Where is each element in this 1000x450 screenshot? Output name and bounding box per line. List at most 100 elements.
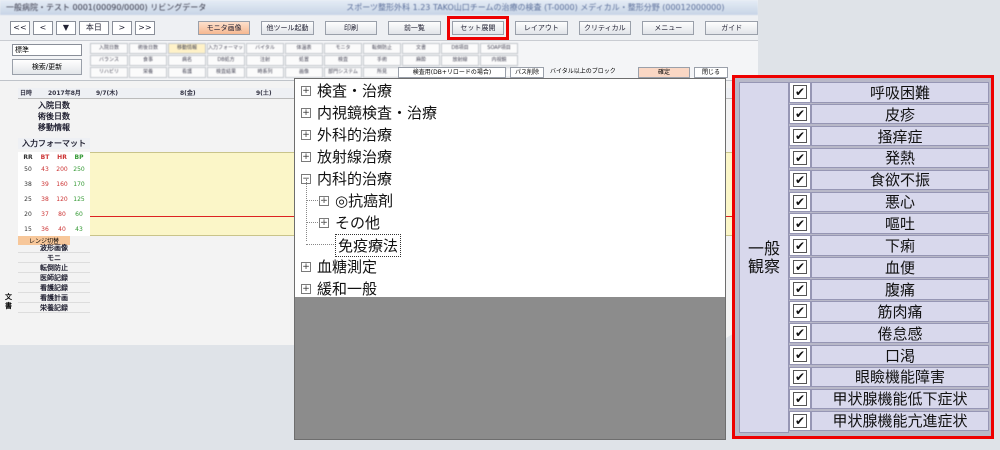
option-item[interactable]: 注射	[246, 55, 284, 66]
observation-row[interactable]: ✔ 倦怠感	[789, 322, 989, 344]
dropdown-button[interactable]: ▼	[56, 20, 76, 35]
option-item[interactable]: 看護	[168, 67, 206, 78]
option-item[interactable]: 部門システム	[324, 67, 362, 78]
observation-row[interactable]: ✔ 呼吸困難	[789, 82, 989, 103]
set-expand-button[interactable]: セット展開	[446, 15, 510, 40]
path-delete-button[interactable]: パス削除	[510, 67, 544, 78]
observation-row[interactable]: ✔ 甲状腺機能亢進症状	[789, 410, 989, 432]
checkbox[interactable]: ✔	[793, 391, 807, 406]
sidebar-row[interactable]: 看護計画	[18, 293, 90, 303]
option-item[interactable]: モニタ	[324, 43, 362, 54]
expand-icon[interactable]: +	[301, 129, 311, 140]
sidebar-row[interactable]: 転倒防止	[18, 263, 90, 273]
today-button[interactable]: 本日	[79, 20, 109, 35]
tree-node[interactable]: + 検査・治療	[301, 80, 392, 101]
checkbox[interactable]: ✔	[793, 172, 807, 187]
tree-node[interactable]: + 放射線治療	[301, 146, 392, 167]
checkbox[interactable]: ✔	[793, 260, 807, 275]
option-item[interactable]: 移動情報	[168, 43, 206, 54]
observation-row[interactable]: ✔ 掻痒症	[789, 125, 989, 147]
option-item[interactable]: バランス	[90, 55, 128, 66]
monitor-image-button[interactable]: モニタ画像	[197, 20, 251, 35]
tree-node[interactable]: + 内視鏡検査・治療	[301, 102, 437, 123]
option-item[interactable]: 体温表	[285, 43, 323, 54]
sidebar-row[interactable]: 看護記録	[18, 283, 90, 293]
option-item[interactable]: 文書	[402, 43, 440, 54]
checkbox[interactable]: ✔	[793, 348, 807, 363]
day-col-1[interactable]: 9/7(木)	[96, 88, 118, 99]
row-input-format[interactable]: 入力フォーマット	[18, 138, 90, 149]
observation-row[interactable]: ✔ 口渇	[789, 344, 989, 366]
print-button[interactable]: 印刷	[324, 20, 378, 35]
option-item[interactable]: DB項目	[441, 43, 479, 54]
option-item[interactable]: 手術	[363, 55, 401, 66]
prev-button[interactable]: <	[33, 20, 53, 35]
observation-row[interactable]: ✔ 筋肉痛	[789, 301, 989, 322]
option-item[interactable]: 麻酔	[402, 55, 440, 66]
expand-icon[interactable]: +	[301, 261, 311, 272]
other-tool-button[interactable]: 他ツール起動	[261, 20, 314, 35]
day-col-3[interactable]: 9(土)	[256, 88, 272, 99]
sidebar-row[interactable]: 栄養記録	[18, 303, 90, 313]
checkbox[interactable]: ✔	[793, 369, 807, 384]
observation-row[interactable]: ✔ 血便	[789, 257, 989, 278]
option-item[interactable]: 病名	[168, 55, 206, 66]
observation-row[interactable]: ✔ 眼瞼機能障害	[789, 366, 989, 388]
option-item[interactable]: 内視鏡	[480, 55, 518, 66]
day-col-2[interactable]: 8(金)	[180, 88, 196, 99]
view-select[interactable]: 標準	[12, 44, 82, 56]
option-item[interactable]: 栄養	[129, 67, 167, 78]
expand-icon[interactable]: +	[301, 85, 311, 96]
observation-row[interactable]: ✔ 食欲不振	[789, 169, 989, 191]
search-update-button[interactable]: 検索/更新	[12, 59, 82, 75]
checkbox[interactable]: ✔	[793, 194, 807, 209]
checkbox[interactable]: ✔	[793, 216, 807, 231]
observation-row[interactable]: ✔ 腹痛	[789, 279, 989, 300]
option-item[interactable]: リハビリ	[90, 67, 128, 78]
observation-row[interactable]: ✔ 悪心	[789, 191, 989, 213]
observation-row[interactable]: ✔ 嘔吐	[789, 213, 989, 234]
vital-block-check[interactable]: バイタル以上のブロック	[550, 67, 628, 78]
expand-icon[interactable]: +	[301, 283, 311, 294]
next-button[interactable]: >	[111, 20, 132, 35]
checkbox[interactable]: ✔	[793, 304, 807, 319]
template-combo[interactable]: 検査用(DB+リロードの場合)	[398, 67, 506, 78]
sidebar-row[interactable]: 医師記録	[18, 273, 90, 283]
checkbox[interactable]: ✔	[793, 326, 807, 341]
guide-button[interactable]: ガイド	[705, 20, 758, 35]
checkbox[interactable]: ✔	[793, 129, 807, 144]
option-item[interactable]: 画像	[285, 67, 323, 78]
tree-node[interactable]: + 外科的治療	[301, 124, 392, 145]
list-button[interactable]: 前一覧	[388, 20, 441, 35]
tree-node[interactable]: − 内科的治療	[301, 168, 392, 189]
last-button[interactable]: >>	[134, 20, 155, 35]
tree-node[interactable]: + 緩和一般	[301, 278, 377, 299]
checkbox[interactable]: ✔	[793, 85, 807, 100]
checkbox[interactable]: ✔	[793, 107, 807, 122]
observation-row[interactable]: ✔ 下痢	[789, 235, 989, 256]
menu-button[interactable]: メニュー	[642, 20, 695, 35]
option-item[interactable]: バイタル	[246, 43, 284, 54]
layout-button[interactable]: レイアウト	[515, 20, 568, 35]
sidebar-row[interactable]: 波形画像	[18, 243, 90, 253]
tree-node[interactable]: + ◎抗癌剤	[319, 190, 393, 211]
option-item[interactable]: 処置	[285, 55, 323, 66]
critical-button[interactable]: クリティカル	[578, 20, 632, 35]
sidebar-row[interactable]: モニ	[18, 253, 90, 263]
tree-node[interactable]: + その他	[319, 212, 380, 233]
tree-node[interactable]: + 血糖測定	[301, 256, 377, 277]
checkbox[interactable]: ✔	[793, 150, 807, 165]
option-item[interactable]: 時系列	[246, 67, 284, 78]
option-item[interactable]: SOAP項目	[480, 43, 518, 54]
checkbox[interactable]: ✔	[793, 413, 807, 428]
first-button[interactable]: <<	[10, 20, 30, 35]
close-button[interactable]: 閉じる	[694, 67, 728, 78]
observation-row[interactable]: ✔ 発熱	[789, 147, 989, 169]
option-item[interactable]: 検査結果	[207, 67, 245, 78]
option-item[interactable]: 所見	[363, 67, 401, 78]
expand-icon[interactable]: +	[301, 151, 311, 162]
tree-node[interactable]: 免疫療法	[335, 234, 402, 257]
confirm-button[interactable]: 確定	[638, 67, 690, 78]
option-item[interactable]: 術後日数	[129, 43, 167, 54]
expand-icon[interactable]: +	[301, 107, 311, 118]
